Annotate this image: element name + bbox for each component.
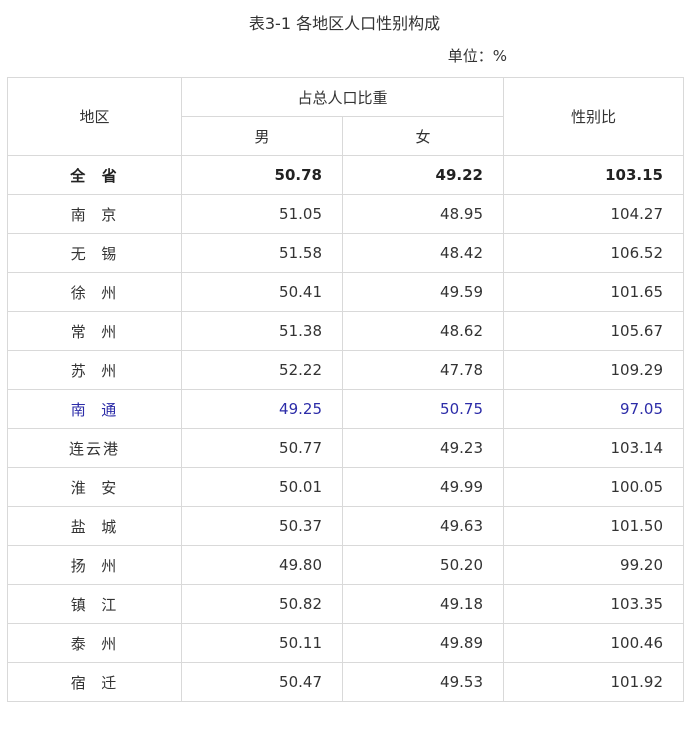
cell-ratio: 103.14 xyxy=(503,428,684,468)
cell-region: 全 省 xyxy=(7,155,182,195)
table-row: 泰 州 50.11 49.89 100.46 xyxy=(7,623,684,663)
table-row: 南 通 49.25 50.75 97.05 xyxy=(7,389,684,429)
cell-female: 49.22 xyxy=(342,155,504,195)
cell-ratio: 97.05 xyxy=(503,389,684,429)
cell-ratio: 99.20 xyxy=(503,545,684,585)
cell-male: 49.80 xyxy=(181,545,343,585)
table-row: 苏 州 52.22 47.78 109.29 xyxy=(7,350,684,390)
cell-female: 49.99 xyxy=(342,467,504,507)
table-row: 镇 江 50.82 49.18 103.35 xyxy=(7,584,684,624)
table-row: 连云港 50.77 49.23 103.14 xyxy=(7,428,684,468)
table-row: 徐 州 50.41 49.59 101.65 xyxy=(7,272,684,312)
cell-male: 52.22 xyxy=(181,350,343,390)
cell-male: 50.47 xyxy=(181,662,343,702)
cell-ratio: 101.50 xyxy=(503,506,684,546)
cell-ratio: 103.15 xyxy=(503,155,684,195)
table-title: 表3-1 各地区人口性别构成 xyxy=(248,14,441,33)
cell-male: 51.58 xyxy=(181,233,343,273)
cell-female: 49.89 xyxy=(342,623,504,663)
cell-male: 51.05 xyxy=(181,194,343,234)
cell-region: 泰 州 xyxy=(7,623,182,663)
table-row: 南 京 51.05 48.95 104.27 xyxy=(7,194,684,234)
cell-ratio: 104.27 xyxy=(503,194,684,234)
cell-region: 镇 江 xyxy=(7,584,182,624)
cell-region: 盐 城 xyxy=(7,506,182,546)
table-row: 扬 州 49.80 50.20 99.20 xyxy=(7,545,684,585)
cell-male: 50.78 xyxy=(181,155,343,195)
header-share: 占总人口比重 xyxy=(181,77,504,117)
cell-ratio: 109.29 xyxy=(503,350,684,390)
header-region: 地区 xyxy=(7,77,182,156)
cell-female: 49.59 xyxy=(342,272,504,312)
cell-ratio: 101.92 xyxy=(503,662,684,702)
header-male: 男 xyxy=(181,116,343,156)
cell-region: 宿 迁 xyxy=(7,662,182,702)
cell-region: 常 州 xyxy=(7,311,182,351)
header-ratio: 性别比 xyxy=(503,77,684,156)
cell-female: 47.78 xyxy=(342,350,504,390)
cell-region: 淮 安 xyxy=(7,467,182,507)
cell-region: 徐 州 xyxy=(7,272,182,312)
cell-female: 48.95 xyxy=(342,194,504,234)
cell-region: 扬 州 xyxy=(7,545,182,585)
cell-male: 49.25 xyxy=(181,389,343,429)
cell-ratio: 103.35 xyxy=(503,584,684,624)
cell-male: 50.37 xyxy=(181,506,343,546)
cell-male: 50.01 xyxy=(181,467,343,507)
table-row: 无 锡 51.58 48.42 106.52 xyxy=(7,233,684,273)
cell-region: 无 锡 xyxy=(7,233,182,273)
cell-male: 51.38 xyxy=(181,311,343,351)
cell-female: 49.18 xyxy=(342,584,504,624)
cell-ratio: 100.46 xyxy=(503,623,684,663)
table-row: 宿 迁 50.47 49.53 101.92 xyxy=(7,662,684,702)
table-row: 淮 安 50.01 49.99 100.05 xyxy=(7,467,684,507)
cell-female: 49.23 xyxy=(342,428,504,468)
cell-ratio: 100.05 xyxy=(503,467,684,507)
cell-female: 50.75 xyxy=(342,389,504,429)
table-row: 全 省 50.78 49.22 103.15 xyxy=(7,155,684,195)
cell-region: 苏 州 xyxy=(7,350,182,390)
cell-female: 48.42 xyxy=(342,233,504,273)
cell-region: 南 京 xyxy=(7,194,182,234)
cell-male: 50.77 xyxy=(181,428,343,468)
cell-ratio: 106.52 xyxy=(503,233,684,273)
table-row: 常 州 51.38 48.62 105.67 xyxy=(7,311,684,351)
cell-male: 50.41 xyxy=(181,272,343,312)
table-body: 全 省 50.78 49.22 103.15 南 京 51.05 48.95 104.27 无 … xyxy=(7,155,684,702)
cell-female: 49.63 xyxy=(342,506,504,546)
header-female: 女 xyxy=(342,116,504,156)
cell-ratio: 105.67 xyxy=(503,311,684,351)
cell-male: 50.82 xyxy=(181,584,343,624)
population-sex-table: 地区 占总人口比重 性别比 男 女 全 省 50.78 49.22 103.15 南 京… xyxy=(7,77,684,702)
unit-label: 单位：% xyxy=(447,47,507,65)
cell-region: 南 通 xyxy=(7,389,182,429)
cell-region: 连云港 xyxy=(7,428,182,468)
cell-male: 50.11 xyxy=(181,623,343,663)
table-row: 盐 城 50.37 49.63 101.50 xyxy=(7,506,684,546)
cell-female: 50.20 xyxy=(342,545,504,585)
cell-ratio: 101.65 xyxy=(503,272,684,312)
cell-female: 49.53 xyxy=(342,662,504,702)
cell-female: 48.62 xyxy=(342,311,504,351)
